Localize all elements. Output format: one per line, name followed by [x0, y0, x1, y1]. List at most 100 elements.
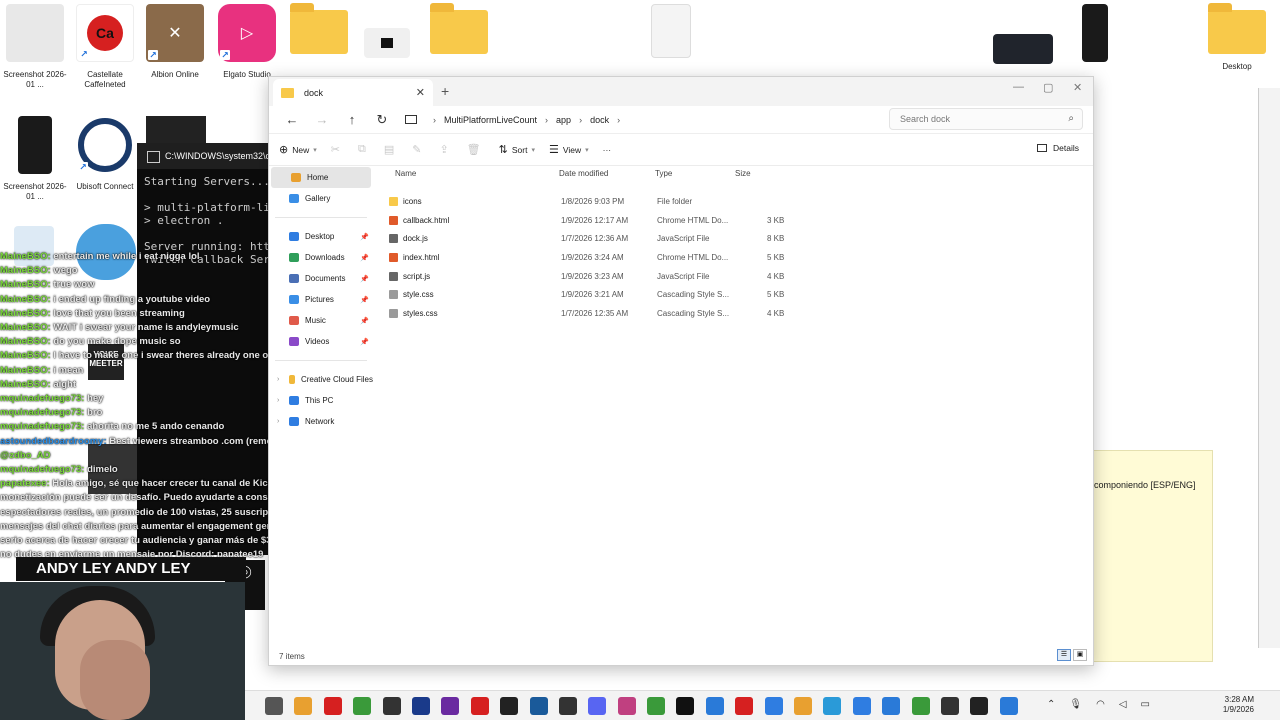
more-options-button[interactable]: ··· [603, 145, 612, 155]
sidebar-item-videos[interactable]: Videos 📌 [269, 331, 373, 352]
back-icon[interactable]: ← [277, 112, 307, 127]
maximize-icon[interactable]: ▢ [1043, 81, 1053, 94]
view-button[interactable]: ☰ View ▾ [549, 143, 589, 156]
desktop-icon-ubisoft[interactable]: ↗ Ubisoft Connect [70, 116, 140, 192]
right-side-app-window[interactable] [1258, 88, 1280, 648]
desktop-screenshot-3[interactable] [1060, 4, 1130, 62]
taskbar-app-icon[interactable] [940, 697, 959, 715]
cut-button[interactable]: ✂ [331, 143, 344, 156]
taskbar-app-icon[interactable] [323, 697, 342, 715]
column-size[interactable]: Size [735, 169, 751, 178]
sort-button[interactable]: ⇅ Sort ▾ [499, 143, 535, 156]
breadcrumb[interactable]: › MultiPlatformLiveCount › app › dock › [401, 108, 871, 132]
desktop-icon-albion[interactable]: ✕ ↗ Albion Online [140, 4, 210, 80]
close-window-icon[interactable]: ✕ [1073, 81, 1082, 94]
taskbar-app-icon[interactable] [294, 697, 313, 715]
taskbar-app-icon[interactable] [470, 697, 489, 715]
taskbar-app-icon[interactable] [882, 697, 901, 715]
sidebar-item-pictures[interactable]: Pictures 📌 [269, 289, 373, 310]
paste-button[interactable]: ▤ [384, 143, 398, 156]
tiles-view-icon[interactable]: ▣ [1073, 649, 1087, 661]
desktop-icon-castellate[interactable]: Ca ↗ Castellate CaffeIneted [70, 4, 140, 90]
sidebar-item-desktop[interactable]: Desktop 📌 [269, 226, 373, 247]
minimize-icon[interactable]: — [1013, 81, 1024, 93]
taskbar-app-icon[interactable] [911, 697, 930, 715]
rename-button[interactable]: ✎ [412, 143, 425, 156]
taskbar-app-icon[interactable] [265, 697, 283, 715]
breadcrumb-segment[interactable]: app [556, 115, 571, 125]
chevron-right-icon[interactable]: › [277, 418, 279, 425]
sidebar-item-music[interactable]: Music 📌 [269, 310, 373, 331]
taskbar-app-icon[interactable] [970, 697, 989, 715]
taskbar-app-icon[interactable] [823, 697, 842, 715]
new-button[interactable]: ⊕ New ▾ [279, 143, 317, 156]
desktop-icon-elgato[interactable]: ▷ ↗ Elgato Studio [212, 4, 282, 80]
taskbar-app-icon[interactable] [764, 697, 783, 715]
chevron-up-icon[interactable]: ⌃ [1047, 699, 1055, 710]
breadcrumb-segment[interactable]: dock [590, 115, 609, 125]
copy-button[interactable]: ⧉ [358, 143, 370, 156]
close-tab-icon[interactable]: ✕ [416, 86, 425, 99]
sidebar-item-network[interactable]: › Network [269, 411, 373, 432]
taskbar-app-icon[interactable] [529, 697, 548, 715]
file-row[interactable]: style.css 1/9/2026 3:21 AM Cascading Style… [379, 286, 1089, 305]
taskbar-app-icon[interactable] [794, 697, 813, 715]
tab-dock[interactable]: dock ✕ [273, 79, 433, 106]
column-date-modified[interactable]: Date modified [559, 169, 608, 178]
chevron-right-icon[interactable]: › [277, 376, 279, 383]
delete-button[interactable]: 🗑 [467, 143, 485, 156]
breadcrumb-segment[interactable]: MultiPlatformLiveCount [444, 115, 537, 125]
taskbar-app-icon[interactable] [353, 697, 372, 715]
file-row[interactable]: callback.html 1/9/2026 12:17 AM Chrome HTM… [379, 212, 1089, 231]
clock[interactable]: 3:28 AM 1/9/2026 [1223, 695, 1254, 715]
wifi-icon[interactable]: ◠ [1096, 699, 1105, 710]
details-pane-button[interactable]: Details [1037, 143, 1079, 153]
taskbar-app-icon[interactable] [705, 697, 724, 715]
taskbar-app-icon[interactable] [852, 697, 871, 715]
refresh-icon[interactable]: ↻ [367, 112, 397, 128]
desktop-screenshot-2[interactable] [988, 4, 1058, 64]
file-row[interactable]: index.html 1/9/2026 3:24 AM Chrome HTML Do… [379, 249, 1089, 268]
desktop-icon-screenshot-4[interactable]: Screenshot 2026-01 ... [0, 116, 70, 202]
desktop-folder-2[interactable] [424, 3, 494, 54]
sidebar-item-home[interactable]: Home [271, 167, 371, 188]
sidebar-item-this-pc[interactable]: › This PC [269, 390, 373, 411]
column-name[interactable]: Name [395, 169, 416, 178]
taskbar-app-icon[interactable] [441, 697, 460, 715]
speaker-icon[interactable]: ◁ [1119, 699, 1127, 710]
battery-icon[interactable]: ▭ [1141, 699, 1150, 710]
search-input[interactable]: Search dock ⌕ [889, 108, 1083, 130]
file-row[interactable]: dock.js 1/7/2026 12:36 AM JavaScript File 8… [379, 230, 1089, 249]
sidebar-item-creative-cloud-files[interactable]: › Creative Cloud Files [269, 369, 373, 390]
share-button[interactable]: ⇪ [439, 143, 452, 156]
taskbar-app-icon[interactable] [999, 697, 1018, 715]
file-explorer-window[interactable]: dock ✕ + — ▢ ✕ ← → ↑ ↻ › MultiPlatformLi… [268, 76, 1094, 666]
file-row[interactable]: icons 1/8/2026 9:03 PM File folder [379, 193, 1089, 212]
desktop-file-blank[interactable] [636, 4, 706, 58]
taskbar-app-icon[interactable] [558, 697, 577, 715]
up-icon[interactable]: ↑ [337, 112, 367, 127]
new-tab-icon[interactable]: + [441, 83, 449, 99]
taskbar-app-icon[interactable] [735, 697, 754, 715]
taskbar-app-icon[interactable] [676, 697, 695, 715]
file-row[interactable]: script.js 1/9/2026 3:23 AM JavaScript File… [379, 268, 1089, 287]
taskbar-app-icon[interactable] [617, 697, 636, 715]
details-view-icon[interactable]: ☰ [1057, 649, 1071, 661]
desktop-folder-1[interactable] [284, 3, 354, 54]
file-row[interactable]: styles.css 1/7/2026 12:35 AM Cascading Sty… [379, 305, 1089, 324]
taskbar-app-icon[interactable] [647, 697, 666, 715]
desktop-icon-screenshot-1[interactable]: Screenshot 2026-01 ... [0, 4, 70, 90]
taskbar-app-icon[interactable] [588, 697, 607, 715]
taskbar-app-icon[interactable] [411, 697, 430, 715]
microphone-icon[interactable]: 🎙 [1069, 699, 1082, 710]
chevron-right-icon[interactable]: › [277, 397, 279, 404]
column-type[interactable]: Type [655, 169, 672, 178]
sidebar-item-documents[interactable]: Documents 📌 [269, 268, 373, 289]
desktop-image-1[interactable] [352, 4, 422, 58]
sidebar-item-downloads[interactable]: Downloads 📌 [269, 247, 373, 268]
taskbar-app-icon[interactable] [382, 697, 401, 715]
desktop-folder-desktop[interactable]: Desktop [1202, 3, 1272, 72]
forward-icon[interactable]: → [307, 112, 337, 127]
taskbar-app-icon[interactable] [500, 697, 519, 715]
sidebar-item-gallery[interactable]: Gallery [269, 188, 373, 209]
